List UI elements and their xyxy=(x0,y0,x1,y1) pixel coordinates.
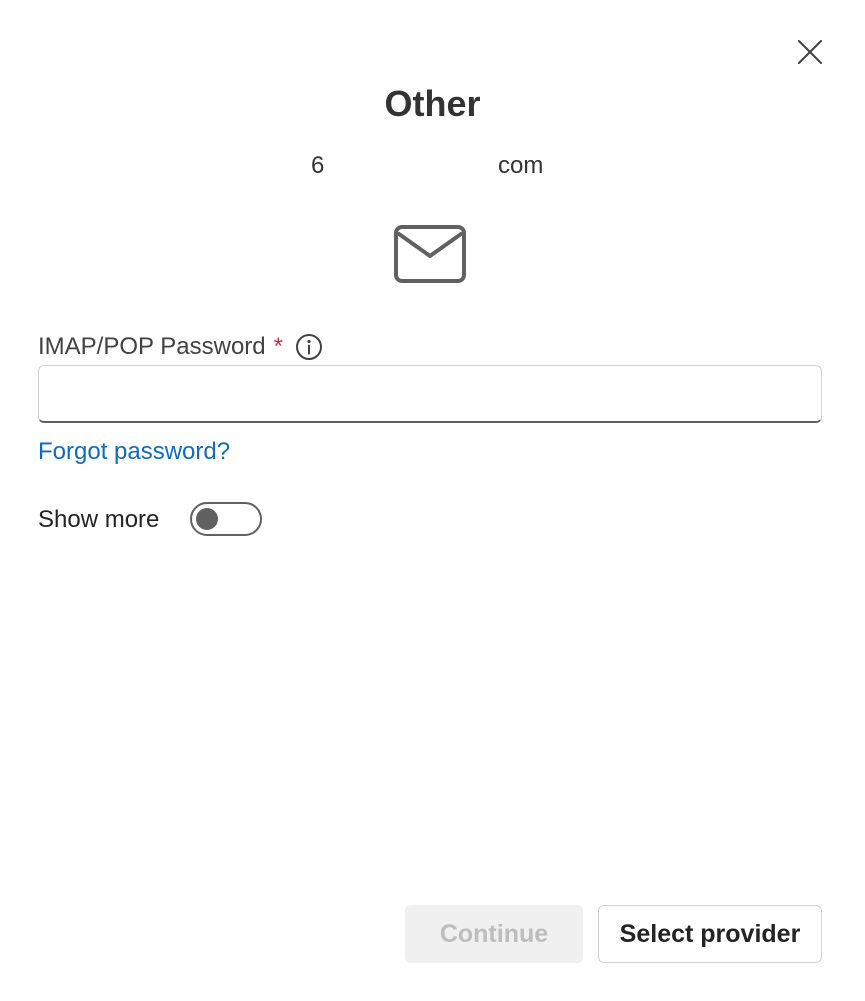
forgot-password-link[interactable]: Forgot password? xyxy=(38,436,230,468)
continue-button[interactable]: Continue xyxy=(405,905,583,963)
dialog-title: Other xyxy=(384,83,481,124)
show-more-label: Show more xyxy=(38,506,160,533)
password-input[interactable] xyxy=(38,365,822,423)
info-icon[interactable] xyxy=(295,333,323,361)
add-account-dialog: Other 6 com IMAP/POP Password * Forgot p… xyxy=(0,0,865,1001)
toggle-knob xyxy=(196,508,218,530)
password-label-text: IMAP/POP Password xyxy=(38,333,266,360)
account-email: 6 com xyxy=(0,150,865,182)
select-provider-button[interactable]: Select provider xyxy=(598,905,822,963)
account-email-end: com xyxy=(498,152,544,179)
close-button[interactable] xyxy=(792,34,828,70)
envelope-icon xyxy=(394,225,466,283)
account-email-start: 6 xyxy=(311,152,325,179)
close-icon xyxy=(798,40,822,64)
show-more-toggle[interactable] xyxy=(190,502,262,536)
password-label: IMAP/POP Password * xyxy=(38,330,323,364)
required-marker: * xyxy=(273,333,283,360)
